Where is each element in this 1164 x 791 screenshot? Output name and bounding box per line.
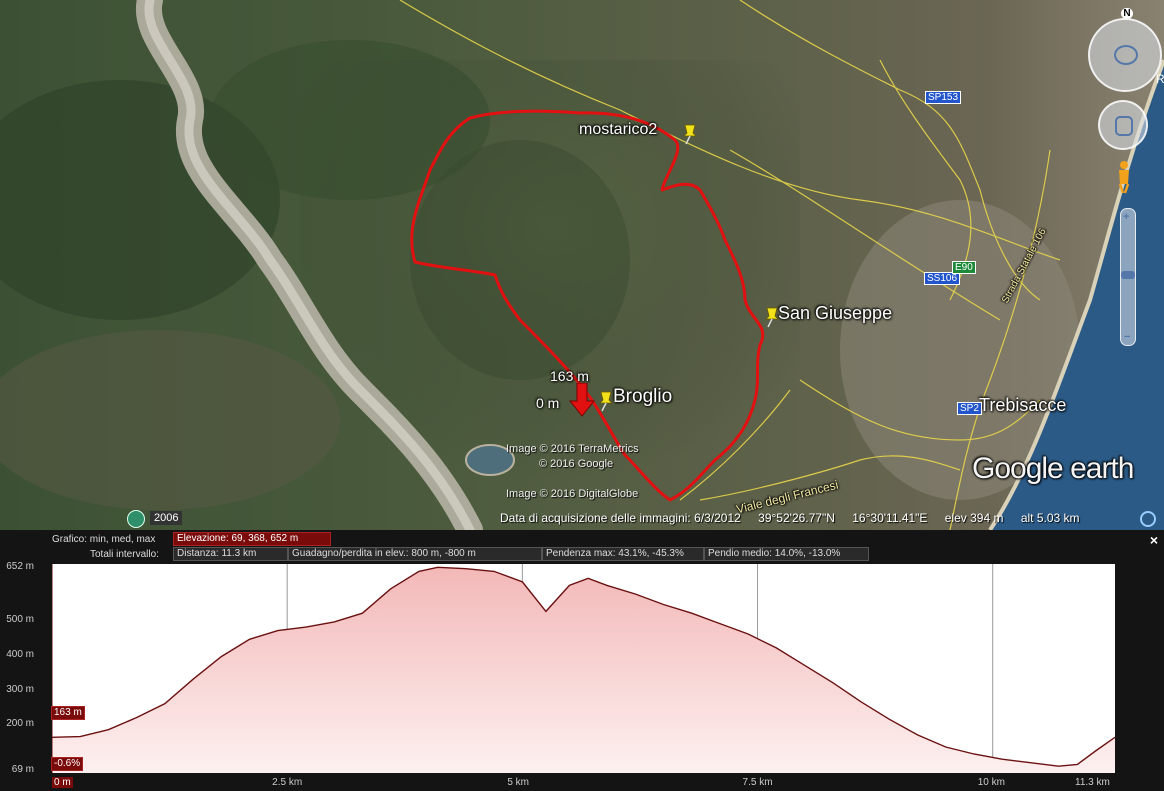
latitude: 39°52'26.77"N [758,511,835,525]
google-earth-logo: Google earth [972,452,1134,485]
x-tick-label: 7.5 km [742,777,773,788]
elevation-stats: Elevazione: 69, 368, 652 m [173,532,331,546]
y-tick-label: 500 m [6,614,34,626]
look-joystick[interactable] [1088,18,1162,92]
map-view[interactable]: mostarico2 San Giuseppe Broglio Trebisac… [0,0,1164,530]
longitude: 16°30'11.41"E [852,511,928,525]
elevation-gain-loss: Guadagno/perdita in elev.: 800 m, -800 m [288,547,542,561]
elevation-profile-panel: Grafico: min, med, max Elevazione: 69, 3… [0,530,1164,791]
y-tick-label: 200 m [6,718,34,730]
road-shield-sp2: SP2 [957,402,982,415]
x-tick-label: 0 m [52,777,73,788]
x-tick-label: 2.5 km [272,777,303,788]
street-view-pegman-icon[interactable] [1117,160,1131,194]
average-slope: Pendio medio: 14.0%, -13.0% [704,547,869,561]
position-arrow-icon [569,383,595,417]
road-shield-e90: E90 [952,261,976,274]
y-tick-label: 652 m [6,561,34,573]
distance-stat: Distanza: 11.3 km [173,547,288,561]
hand-icon [1115,116,1133,136]
totali-label: Totali intervallo: [90,549,159,560]
acquisition-date: Data di acquisizione delle immagini: 6/3… [500,511,741,525]
y-tick-label: 300 m [6,683,34,695]
zoom-in-icon[interactable]: + [1123,211,1129,223]
current-elevation-tag: 163 m [51,706,85,720]
x-tick-label: 10 km [977,777,1005,788]
streaming-indicator-icon [1140,511,1156,527]
historical-imagery-clock-icon[interactable] [127,510,145,528]
historical-imagery-year[interactable]: 2006 [150,511,183,525]
zoom-slider[interactable]: + − [1120,208,1136,346]
placemark-label-mostarico[interactable]: mostarico2 [579,121,657,139]
y-tick-label: 69 m [11,764,34,775]
placemark-label-broglio[interactable]: Broglio [613,386,672,408]
cursor-distance-label: 0 m [536,395,560,411]
credit-terrametrics: Image © 2016 TerraMetrics [506,443,639,455]
close-profile-button[interactable]: × [1150,532,1158,548]
elevation-chart[interactable] [52,564,1115,773]
x-tick-label: 5 km [507,777,530,788]
ground-elevation: elev 394 m [944,511,1004,525]
zoom-slider-handle[interactable] [1121,271,1135,279]
x-tick-label: 11.3 km [1075,777,1110,788]
max-slope: Pendenza max: 43.1%, -45.3% [542,547,704,561]
placemark-label-san-giuseppe[interactable]: San Giuseppe [778,303,892,324]
grafico-label: Grafico: min, med, max [52,534,156,545]
placemark-pin-icon[interactable] [681,123,699,145]
eye-icon [1114,45,1138,65]
cursor-elevation-label: 163 m [550,368,589,384]
navigation-controls[interactable]: N R + − [1084,8,1164,348]
move-joystick[interactable] [1098,100,1148,150]
road-shield-sp153: SP153 [925,91,962,104]
credit-google: © 2016 Google [539,458,614,470]
eye-altitude: alt 5.03 km [1020,511,1080,525]
current-slope-tag: -0.6% [51,757,84,771]
town-label-trebisacce: Trebisacce [979,395,1067,415]
status-bar: Data di acquisizione delle immagini: 6/3… [500,511,1094,527]
credit-digitalglobe: Image © 2016 DigitalGlobe [506,488,639,500]
edge-letter: R [1156,72,1164,86]
y-tick-label: 400 m [6,648,34,660]
zoom-out-icon[interactable]: − [1124,331,1130,343]
